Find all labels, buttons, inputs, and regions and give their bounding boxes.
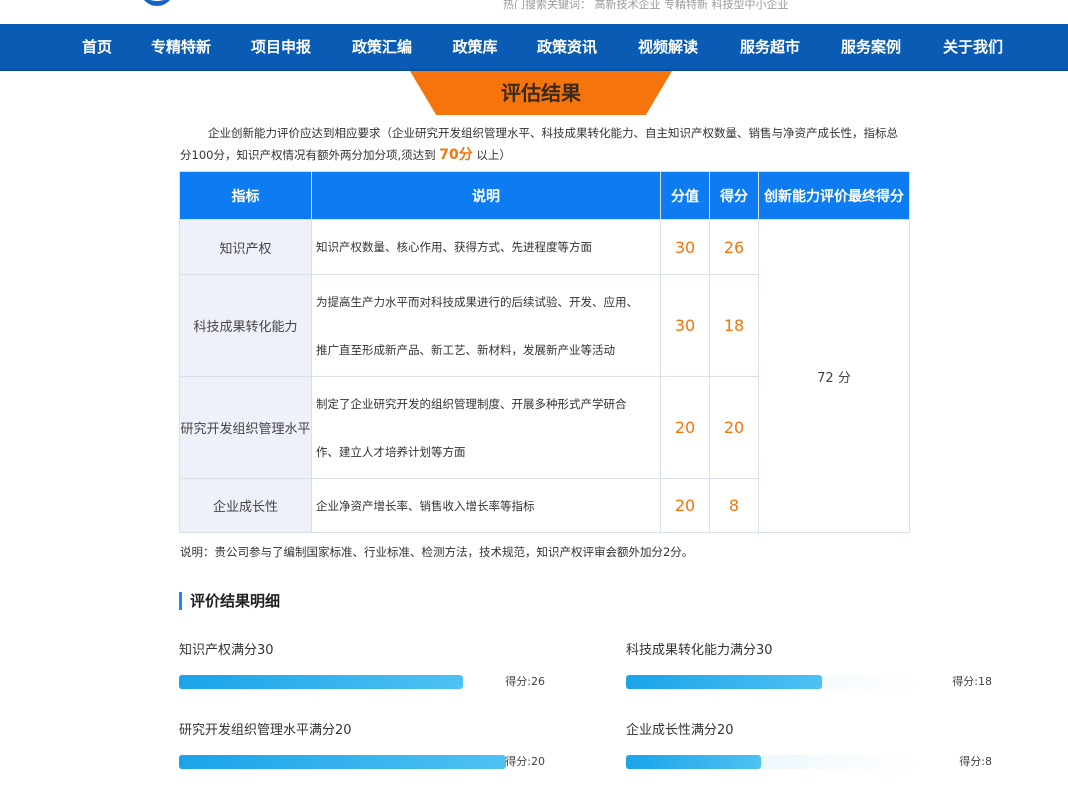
row-score: 18 bbox=[709, 274, 759, 377]
final-score: 72 分 bbox=[758, 219, 910, 533]
nav-item-policy-library[interactable]: 政策库 bbox=[452, 24, 497, 71]
row-score: 20 bbox=[709, 376, 759, 479]
progress-fill bbox=[179, 755, 506, 769]
detail-section-title: 评价结果明细 bbox=[179, 592, 280, 610]
row-score: 26 bbox=[709, 219, 759, 275]
nav-item-service-market[interactable]: 服务超市 bbox=[740, 24, 800, 71]
nav-item-policy-news[interactable]: 政策资讯 bbox=[537, 24, 597, 71]
header-max-score: 分值 bbox=[660, 171, 710, 220]
row-indicator: 知识产权 bbox=[179, 219, 312, 275]
metric-tech-transfer: 科技成果转化能力满分30 得分:18 bbox=[626, 642, 992, 689]
table-row: 知识产权 知识产权数量、核心作用、获得方式、先进程度等方面 30 26 72 分 bbox=[179, 219, 910, 533]
intro-text: 企业创新能力评价应达到相应要求（企业研究开发组织管理水平、科技成果转化能力、自主… bbox=[180, 122, 908, 166]
metric-label: 研究开发组织管理水平满分20 bbox=[179, 723, 352, 738]
progress-bar: 得分:20 bbox=[179, 755, 545, 769]
metric-score: 得分:26 bbox=[505, 675, 545, 688]
row-description: 为提高生产力水平而对科技成果进行的后续试验、开发、应用、 推广直至形成新产品、新工… bbox=[311, 274, 661, 377]
row-max-score: 30 bbox=[660, 274, 710, 377]
header-final-score: 创新能力评价最终得分 bbox=[758, 171, 910, 220]
progress-fill bbox=[626, 675, 822, 689]
progress-bar: 得分:18 bbox=[626, 675, 992, 689]
row-indicator: 企业成长性 bbox=[179, 478, 312, 533]
row-max-score: 30 bbox=[660, 219, 710, 275]
description-line: 推广直至形成新产品、新工艺、新材料，发展新产业等活动 bbox=[316, 342, 615, 357]
nav-item-policy-compilation[interactable]: 政策汇编 bbox=[352, 24, 412, 71]
row-max-score: 20 bbox=[660, 376, 710, 479]
hot-search-keywords[interactable]: 热门搜索关键词： 高新技术企业 专精特新 科技型中小企业 bbox=[503, 0, 789, 12]
nav-item-about[interactable]: 关于我们 bbox=[943, 24, 1003, 71]
table-header-row: 指标 说明 分值 得分 创新能力评价最终得分 bbox=[179, 171, 910, 220]
row-description: 知识产权数量、核心作用、获得方式、先进程度等方面 bbox=[311, 219, 661, 275]
progress-bar: 得分:8 bbox=[626, 755, 992, 769]
metric-label: 企业成长性满分20 bbox=[626, 723, 734, 738]
description-line: 制定了企业研究开发的组织管理制度、开展多种形式产学研合 bbox=[316, 396, 627, 411]
nav-item-video[interactable]: 视频解读 bbox=[638, 24, 698, 71]
nav-item-specialized[interactable]: 专精特新 bbox=[151, 24, 211, 71]
metric-ip: 知识产权满分30 得分:26 bbox=[179, 642, 545, 689]
progress-fill bbox=[179, 675, 463, 689]
row-score: 8 bbox=[709, 478, 759, 533]
progress-fill bbox=[626, 755, 761, 769]
metric-label: 知识产权满分30 bbox=[179, 643, 274, 658]
description-line: 作、建立人才培养计划等方面 bbox=[316, 444, 466, 459]
header-description: 说明 bbox=[311, 171, 661, 220]
bonus-note: 说明：贵公司参与了编制国家标准、行业标准、检测方法，技术规范，知识产权评审会额外… bbox=[180, 545, 694, 559]
row-indicator: 研究开发组织管理水平 bbox=[179, 376, 312, 479]
description-line: 为提高生产力水平而对科技成果进行的后续试验、开发、应用、 bbox=[316, 294, 638, 309]
nav-item-home[interactable]: 首页 bbox=[82, 24, 112, 71]
top-header: 热门搜索关键词： 高新技术企业 专精特新 科技型中小企业 bbox=[0, 0, 1068, 24]
intro-text-before: 企业创新能力评价应达到相应要求（企业研究开发组织管理水平、科技成果转化能力、自主… bbox=[180, 126, 898, 162]
required-score-highlight: 70分 bbox=[439, 147, 473, 163]
metric-growth: 企业成长性满分20 得分:8 bbox=[626, 722, 992, 769]
row-description: 企业净资产增长率、销售收入增长率等指标 bbox=[311, 478, 661, 533]
row-description: 制定了企业研究开发的组织管理制度、开展多种形式产学研合 作、建立人才培养计划等方面 bbox=[311, 376, 661, 479]
nav-item-project-apply[interactable]: 项目申报 bbox=[251, 24, 311, 71]
evaluation-table: 指标 说明 分值 得分 创新能力评价最终得分 知识产权 知识产权数量、核心作用、… bbox=[179, 171, 910, 533]
description-line: 企业净资产增长率、销售收入增长率等指标 bbox=[316, 498, 535, 513]
header-score: 得分 bbox=[709, 171, 759, 220]
intro-text-after: 以上） bbox=[472, 148, 511, 162]
result-tab-label: 评估结果 bbox=[501, 81, 581, 105]
nav-item-service-cases[interactable]: 服务案例 bbox=[841, 24, 901, 71]
metric-score: 得分:18 bbox=[952, 675, 992, 688]
row-indicator: 科技成果转化能力 bbox=[179, 274, 312, 377]
row-max-score: 20 bbox=[660, 478, 710, 533]
description-line: 知识产权数量、核心作用、获得方式、先进程度等方面 bbox=[316, 240, 592, 254]
main-nav: 首页 专精特新 项目申报 政策汇编 政策库 政策资讯 视频解读 服务超市 服务案… bbox=[0, 24, 1068, 71]
header-indicator: 指标 bbox=[179, 171, 312, 220]
progress-bar: 得分:26 bbox=[179, 675, 545, 689]
result-tab: 评估结果 bbox=[410, 71, 672, 115]
metric-score: 得分:20 bbox=[505, 755, 545, 768]
metric-score: 得分:8 bbox=[959, 755, 992, 768]
metric-rd-management: 研究开发组织管理水平满分20 得分:20 bbox=[179, 722, 545, 769]
metric-label: 科技成果转化能力满分30 bbox=[626, 643, 773, 658]
logo[interactable] bbox=[140, 0, 174, 6]
